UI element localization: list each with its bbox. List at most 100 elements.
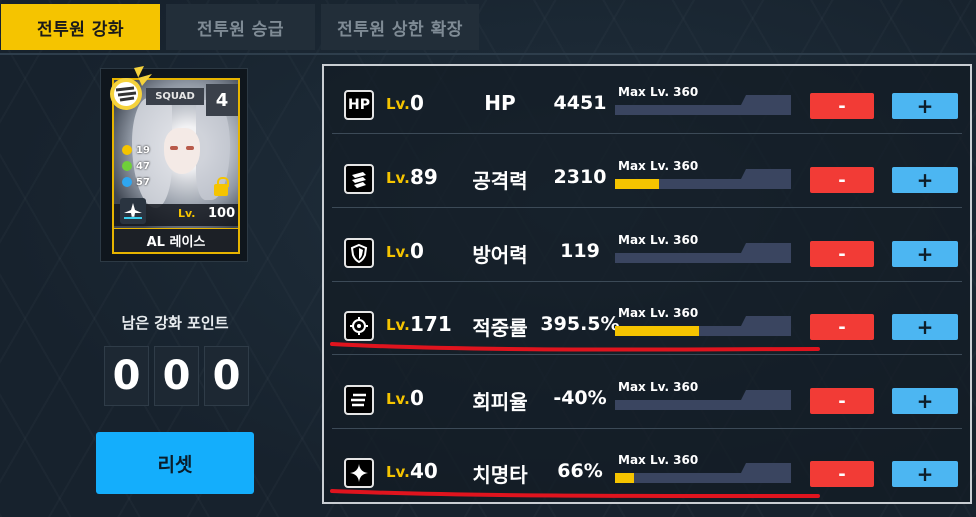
row-level-value: 0 xyxy=(410,91,424,115)
squad-number: 4 xyxy=(206,84,238,116)
decrease-button[interactable]: - xyxy=(810,314,874,340)
row-max-level: Max Lv. 360 xyxy=(618,380,699,394)
portrait-eye-left xyxy=(170,146,178,150)
tab-limit-break[interactable]: 전투원 상한 확장 xyxy=(321,4,479,50)
hp-icon: HP xyxy=(344,90,374,120)
leaf-stat-icon xyxy=(122,161,132,171)
row-stat-name: HP xyxy=(484,91,516,115)
decrease-button[interactable]: - xyxy=(810,167,874,193)
card-stat-value: 57 xyxy=(136,176,150,188)
points-digit: 0 xyxy=(154,346,199,406)
row-max-level: Max Lv. 360 xyxy=(618,306,699,320)
row-level-value: 0 xyxy=(410,239,424,263)
shield-icon xyxy=(344,238,374,268)
row-stat-value: 66% xyxy=(557,460,603,482)
progress-bar-step xyxy=(741,463,791,473)
points-digit: 0 xyxy=(104,346,149,406)
tab-bar: 전투원 강화 전투원 승급 전투원 상한 확장 xyxy=(0,0,976,56)
card-stat-row: 47 xyxy=(122,158,150,174)
progress-bar-step xyxy=(741,243,791,253)
card-stats: 19 47 57 xyxy=(122,142,150,190)
progress-bar-fill xyxy=(615,473,635,483)
row-max-level: Max Lv. 360 xyxy=(618,159,699,173)
progress-bar-step xyxy=(741,390,791,400)
progress-bar-fill xyxy=(615,326,700,336)
lightning-stat-icon xyxy=(122,177,132,187)
row-level-label: Lv. xyxy=(386,243,410,261)
row-stat-value: 119 xyxy=(560,240,600,262)
critical-icon xyxy=(344,458,374,488)
progress-bar xyxy=(615,105,791,115)
row-stat-value: 4451 xyxy=(553,92,607,114)
portrait-face xyxy=(164,128,200,174)
row-stat-value: 2310 xyxy=(553,166,607,188)
row-stat-name: 방어력 xyxy=(472,243,528,267)
increase-button[interactable]: + xyxy=(892,461,958,487)
tab-enhance[interactable]: 전투원 강화 xyxy=(1,4,160,50)
character-name: AL 레이스 xyxy=(114,228,238,252)
card-stat-row: 57 xyxy=(122,174,150,190)
progress-bar-step xyxy=(741,169,791,179)
decrease-button[interactable]: - xyxy=(810,388,874,414)
gear-stat-icon xyxy=(122,145,132,155)
card-stat-row: 19 xyxy=(122,142,150,158)
points-counter: 0 0 0 xyxy=(104,346,249,406)
row-level-value: 0 xyxy=(410,386,424,410)
row-stat-value: -40% xyxy=(553,387,607,409)
row-level-value: 40 xyxy=(410,459,438,483)
increase-button[interactable]: + xyxy=(892,93,958,119)
row-max-level: Max Lv. 360 xyxy=(618,453,699,467)
hp-icon-text: HP xyxy=(348,97,370,113)
evasion-icon xyxy=(344,385,374,415)
crosshair-icon xyxy=(344,311,374,341)
attack-icon xyxy=(344,164,374,194)
decrease-button[interactable]: - xyxy=(810,461,874,487)
row-stat-name: 적중률 xyxy=(472,316,528,340)
row-max-level: Max Lv. 360 xyxy=(618,85,699,99)
decrease-button[interactable]: - xyxy=(810,241,874,267)
progress-bar xyxy=(615,179,791,189)
card-stat-value: 19 xyxy=(136,144,150,156)
decrease-button[interactable]: - xyxy=(810,93,874,119)
progress-bar xyxy=(615,473,791,483)
card-stat-value: 47 xyxy=(136,160,150,172)
row-stat-value: 395.5% xyxy=(540,313,620,335)
stat-row-crosshair: Lv. 171 적중률 395.5% Max Lv. 360 - + xyxy=(332,293,962,355)
progress-bar-fill xyxy=(615,179,659,189)
increase-button[interactable]: + xyxy=(892,241,958,267)
progress-bar xyxy=(615,400,791,410)
progress-bar-step xyxy=(741,316,791,326)
card-level-value: 100 xyxy=(208,206,236,221)
portrait-eye-right xyxy=(186,146,194,150)
stat-row-hp: HP Lv. 0 HP 4451 Max Lv. 360 - + xyxy=(332,72,962,134)
remaining-points-label: 남은 강화 포인트 xyxy=(121,314,229,332)
points-digit: 0 xyxy=(204,346,249,406)
lock-icon xyxy=(214,177,229,196)
tab-divider xyxy=(0,53,976,55)
reset-button[interactable]: 리셋 xyxy=(96,432,254,494)
tab-promotion[interactable]: 전투원 승급 xyxy=(166,4,315,50)
row-level-label: Lv. xyxy=(386,463,410,481)
rank-badge-icon xyxy=(110,66,152,110)
stat-row-shield: Lv. 0 방어력 119 Max Lv. 360 - + xyxy=(332,220,962,282)
card-level-label: Lv. xyxy=(178,207,196,220)
row-level-value: 171 xyxy=(410,312,452,336)
increase-button[interactable]: + xyxy=(892,314,958,340)
stat-row-evasion: Lv. 0 회피율 -40% Max Lv. 360 - + xyxy=(332,367,962,429)
row-level-label: Lv. xyxy=(386,95,410,113)
stat-row-critical: Lv. 40 치명타 66% Max Lv. 360 - + xyxy=(332,440,962,502)
progress-bar-step xyxy=(741,95,791,105)
row-level-label: Lv. xyxy=(386,390,410,408)
row-stat-name: 공격력 xyxy=(472,169,528,193)
increase-button[interactable]: + xyxy=(892,388,958,414)
progress-bar xyxy=(615,326,791,336)
row-stat-name: 치명타 xyxy=(472,463,528,487)
progress-bar xyxy=(615,253,791,263)
increase-button[interactable]: + xyxy=(892,167,958,193)
stat-row-attack: Lv. 89 공격력 2310 Max Lv. 360 - + xyxy=(332,146,962,208)
upgrade-panel: HP Lv. 0 HP 4451 Max Lv. 360 - + Lv. 89 … xyxy=(322,64,972,504)
aircraft-class-icon xyxy=(120,198,146,224)
row-level-value: 89 xyxy=(410,165,438,189)
row-level-label: Lv. xyxy=(386,316,410,334)
row-level-label: Lv. xyxy=(386,169,410,187)
